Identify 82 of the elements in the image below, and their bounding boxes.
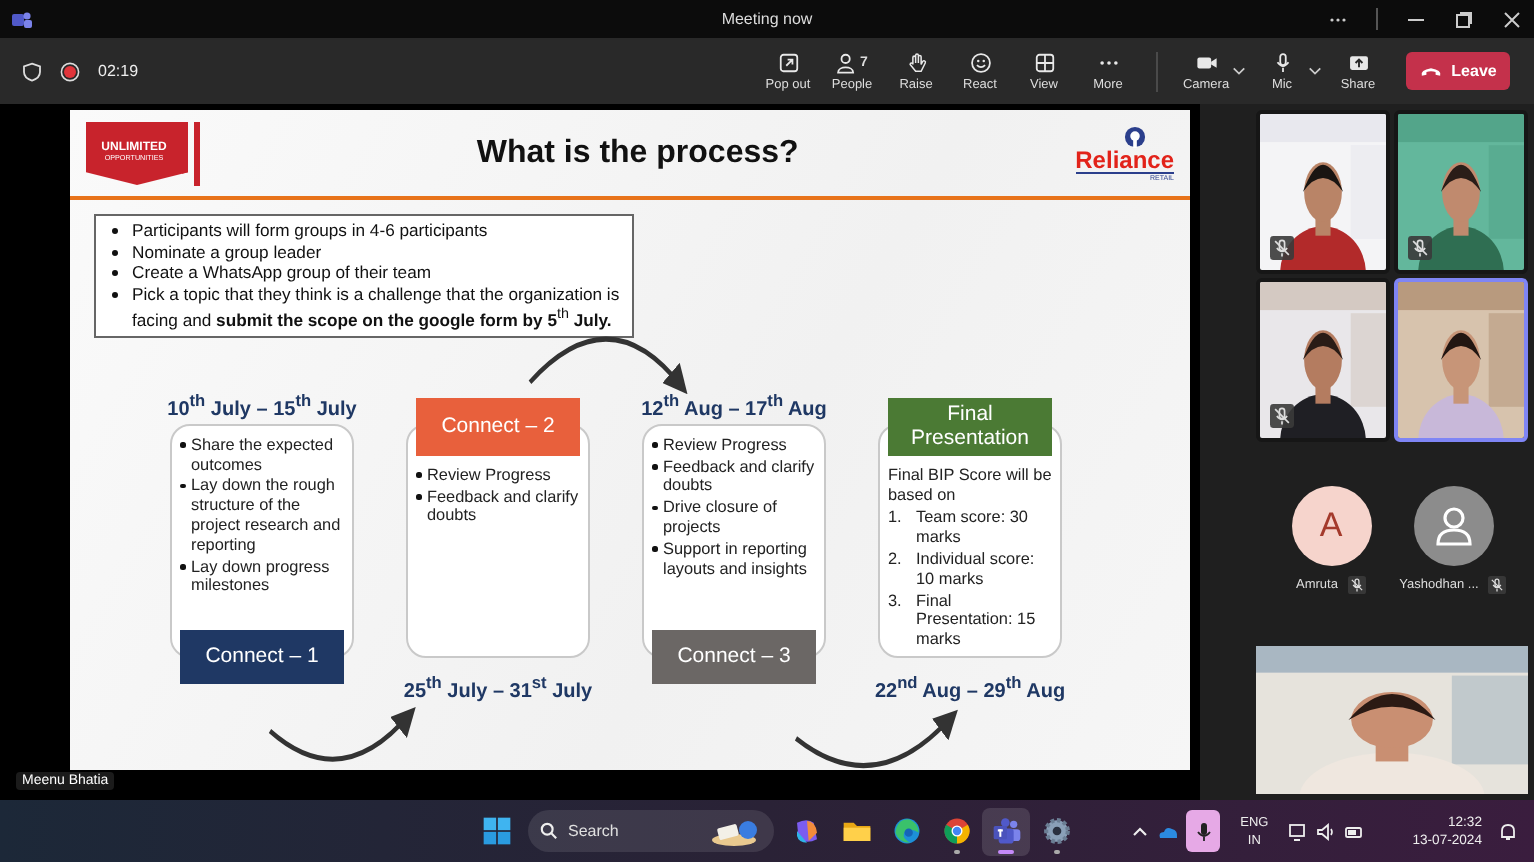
bullet-icon: [652, 464, 657, 470]
microphone-icon: [1193, 821, 1214, 841]
maximize-icon[interactable]: [1454, 9, 1474, 29]
card-text: Review Progress: [427, 465, 551, 486]
bullet-icon: [652, 546, 657, 552]
grid-icon: [1033, 51, 1055, 73]
brand-mark-icon: [1124, 125, 1146, 147]
monitor-icon[interactable]: [1288, 821, 1309, 841]
leave-button[interactable]: Leave: [1406, 52, 1510, 90]
list-number: 1.: [888, 508, 904, 531]
bullet-icon: [112, 228, 118, 234]
step-text: Nominate a group leader: [132, 241, 322, 263]
hand-icon: [905, 51, 927, 73]
card-text: Lay down the rough structure of the project research and reporting: [191, 476, 343, 556]
microphone-button[interactable]: [1186, 810, 1221, 852]
search-highlight-drawing: [710, 817, 762, 845]
card-text: Feedback and clarify doubts: [663, 457, 816, 497]
stage-label: Final Presentation: [888, 397, 1052, 456]
stage-label: Connect – 3: [652, 629, 816, 684]
bullet-icon: [180, 442, 185, 448]
bullet-icon: [180, 483, 185, 489]
card-text: Support in reporting layouts and insights: [663, 539, 809, 579]
avatar[interactable]: [1413, 486, 1493, 566]
caret-icon[interactable]: [1232, 64, 1246, 78]
close-icon[interactable]: [1502, 9, 1522, 29]
smiley-icon: [969, 51, 991, 73]
bullet-icon: [112, 291, 118, 298]
meeting-timer: 02:19: [98, 62, 139, 80]
bullet-icon: [652, 505, 657, 511]
phone-icon: [1419, 65, 1442, 77]
tricolor-circle-icon: [941, 816, 971, 846]
avatar[interactable]: A: [1291, 486, 1371, 566]
card-text: Feedback and clarify doubts: [427, 487, 580, 527]
bullet-icon: [112, 270, 118, 277]
battery-icon[interactable]: [1344, 821, 1365, 841]
caret-icon[interactable]: [1308, 64, 1322, 78]
card-text: Final BIP Score will be based on: [888, 465, 1052, 505]
people-app-icon: [991, 816, 1021, 846]
date-range: 25$^{th}$ July – 31$^{st}$ July: [403, 669, 593, 707]
colorful-blob-icon: [791, 816, 821, 846]
speaker-icon[interactable]: [1316, 821, 1337, 841]
swirl-icon: [891, 816, 921, 846]
search-input[interactable]: Search: [568, 822, 688, 840]
step-text: Pick a topic that they think is a challenge that the organization is facing and submit the scope on the google form by 5$^{th}$ July.: [132, 283, 620, 332]
window-title: Meeting now: [721, 10, 813, 28]
card-text: Individual score: 10 marks: [916, 550, 1037, 590]
date-range: 22$^{nd}$ Aug – 29$^{th}$ Aug: [874, 669, 1066, 707]
bullet-icon: [180, 564, 185, 570]
taskbar-button[interactable]: [982, 807, 1030, 855]
slide-title: What is the process?: [474, 135, 801, 171]
shield-icon[interactable]: [22, 61, 42, 81]
card-text: Drive closure of projects: [663, 498, 779, 538]
step-text: Participants will form groups in 4-6 participants: [132, 220, 488, 242]
date-range: 10$^{th}$ July – 15$^{th}$ July: [167, 387, 357, 424]
people-icon: [836, 51, 859, 73]
four-squares-icon: [481, 816, 511, 846]
pop-out-icon: [777, 51, 799, 73]
card-text: Lay down progress milestones: [191, 557, 332, 597]
bullet-icon: [416, 494, 421, 500]
list-number: 3.: [888, 591, 904, 614]
app-logo-icon: [12, 9, 32, 29]
date-range: 12$^{th}$ Aug – 17$^{th}$ Aug: [641, 387, 827, 424]
bullet-icon: [416, 472, 421, 478]
person-icon: [1431, 504, 1475, 548]
stage-label: Connect – 1: [180, 629, 344, 684]
gear-icon: [1041, 816, 1071, 846]
bell-icon[interactable]: [1498, 821, 1518, 841]
card-text: Share the expected outcomes: [191, 435, 336, 475]
card-text: Review Progress: [663, 435, 787, 456]
bullet-icon: [112, 249, 118, 256]
stage-label: Connect – 2: [416, 397, 580, 456]
search-icon: [540, 822, 558, 840]
mic-off-icon: [1271, 51, 1293, 73]
step-text: Create a WhatsApp group of their team: [132, 262, 432, 284]
search-bar[interactable]: Search: [528, 810, 774, 852]
list-number: 2.: [888, 550, 904, 573]
card-text: Team score: 30 marks: [916, 508, 1030, 549]
share-icon: [1347, 51, 1369, 73]
avatar-initial: A: [1319, 506, 1343, 546]
bullet-icon: [652, 442, 657, 448]
brand-name: Reliance: [1075, 147, 1174, 171]
card-text: Final Presentation: 15 marks: [916, 591, 1038, 650]
